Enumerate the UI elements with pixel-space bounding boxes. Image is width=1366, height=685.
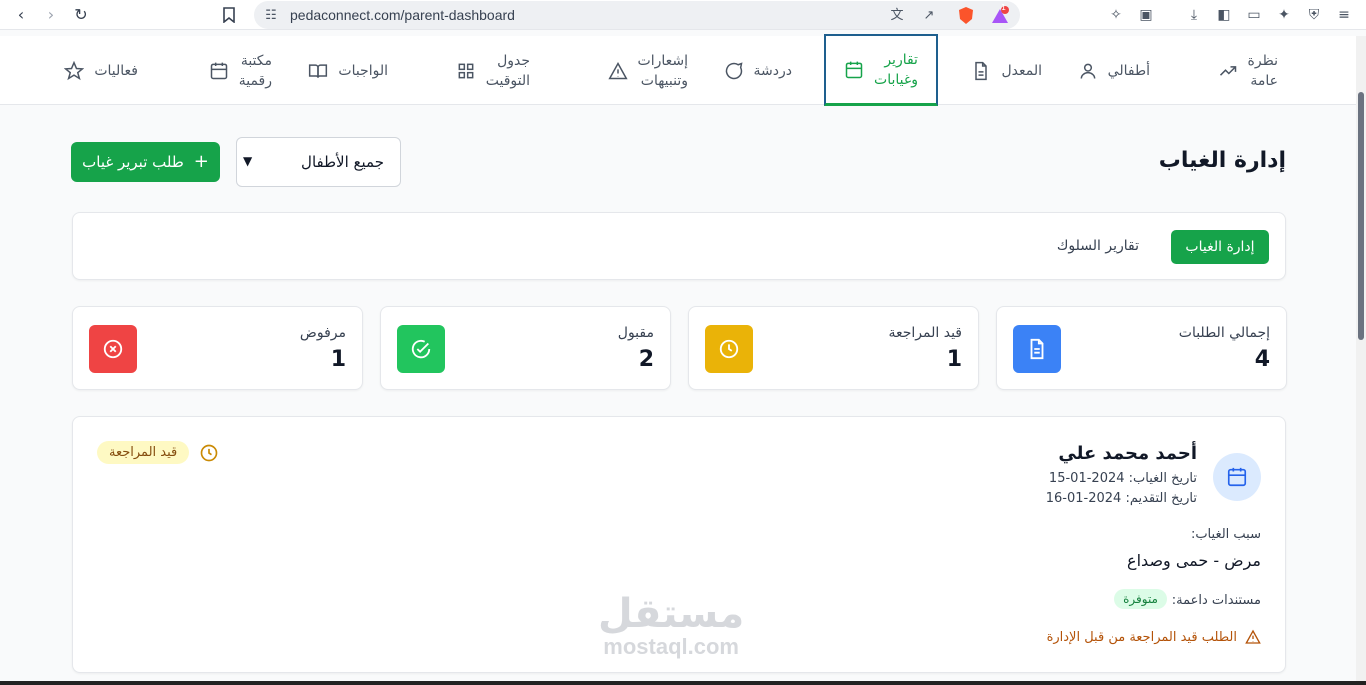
sidebar-icon[interactable]: ◧ [1214, 5, 1234, 25]
url-text: pedaconnect.com/parent-dashboard [290, 7, 515, 23]
nav-events[interactable]: فعاليات [64, 36, 138, 105]
page-title: إدارة الغياب [1158, 148, 1286, 173]
check-circle-icon [397, 325, 445, 373]
chevron-down-icon: ▼ [243, 154, 253, 168]
student-name: أحمد محمد علي [1058, 443, 1197, 464]
back-icon[interactable]: ‹ [10, 4, 32, 26]
rewards-count: 1 [1001, 3, 1007, 12]
stat-total: إجمالي الطلبات 4 [996, 306, 1287, 390]
brave-rewards-icon[interactable] [990, 6, 1010, 26]
reload-icon[interactable]: ↻ [70, 4, 92, 26]
status-badge: قيد المراجعة [97, 441, 190, 464]
stat-accepted: مقبول 2 [380, 306, 671, 390]
plus-icon: + [193, 151, 209, 172]
calendar-icon [1213, 453, 1261, 501]
submit-date: تاريخ التقديم: 2024-01-16 [1045, 491, 1197, 506]
stat-value: 4 [1254, 347, 1270, 372]
nav-grades[interactable]: المعدل [971, 36, 1042, 105]
menu-icon[interactable]: ≡ [1334, 5, 1354, 25]
tab-absence-management[interactable]: إدارة الغياب [1171, 230, 1269, 264]
grid-icon [458, 63, 474, 78]
clock-icon [200, 444, 218, 461]
share-icon[interactable]: ↗ [920, 7, 938, 25]
stat-rejected: مرفوض 1 [72, 306, 363, 390]
stat-value: 2 [638, 347, 654, 372]
tabs-card: إدارة الغياب تقارير السلوك [72, 212, 1286, 280]
stat-label: مرفوض [299, 325, 346, 341]
stat-label: قيد المراجعة [888, 325, 963, 341]
reason-value: مرض - حمى وصداع [1127, 551, 1261, 570]
child-select[interactable]: جميع الأطفال ▼ [236, 137, 401, 187]
vpn-icon[interactable]: ⛨ [1304, 5, 1324, 25]
nav-overview[interactable]: نظرة عامة [1218, 36, 1278, 105]
wallet-icon[interactable]: ▭ [1244, 5, 1264, 25]
scroll-thumb[interactable] [1358, 92, 1364, 340]
nav-label: مكتبة رقمية [238, 52, 272, 89]
nav-label: فعاليات [94, 62, 138, 79]
nav-reports-absences[interactable]: تقارير وغيابات [824, 34, 938, 106]
user-icon [1080, 63, 1096, 79]
alert-icon [607, 61, 628, 79]
stat-value: 1 [946, 347, 962, 372]
star-icon [64, 60, 85, 80]
absence-date: تاريخ الغياب: 2024-01-15 [1048, 471, 1197, 486]
taskbar-edge [0, 681, 1366, 685]
x-circle-icon [89, 325, 137, 373]
address-bar[interactable]: ☷ pedaconnect.com/parent-dashboard 文 ↗ 1 [254, 1, 1020, 29]
app-navigation: نظرة عامة أطفالي المعدل تقارير وغيابات د… [0, 34, 1356, 106]
document-icon [1013, 325, 1061, 373]
stat-value: 1 [330, 347, 346, 372]
leo-ai-icon[interactable]: ✦ [1274, 5, 1294, 25]
warning-text: الطلب قيد المراجعة من قبل الإدارة [1046, 629, 1237, 645]
tab-behavior-reports[interactable]: تقارير السلوك [1057, 238, 1139, 254]
browser-toolbar: ‹ › ↻ ☷ pedaconnect.com/parent-dashboard… [0, 0, 1366, 30]
nav-label: نظرة عامة [1247, 52, 1278, 89]
watermark: مستقل mostaql.com [598, 592, 744, 658]
nav-chat[interactable]: دردشة [724, 36, 792, 105]
nav-homework[interactable]: الواجبات [308, 36, 388, 105]
forward-icon[interactable]: › [40, 4, 62, 26]
site-settings-icon[interactable]: ☷ [262, 7, 280, 25]
stat-pending: قيد المراجعة 1 [688, 306, 979, 390]
nav-label: إشعارات وتنبيهات [637, 52, 688, 89]
child-select-value: جميع الأطفال [301, 153, 384, 171]
new-absence-request-button[interactable]: + طلب تبرير غياب [71, 142, 220, 182]
calendar-icon [210, 62, 227, 79]
reason-label: سبب الغياب: [1190, 527, 1261, 542]
nav-label: دردشة [753, 62, 792, 79]
translate-icon[interactable]: 文 [888, 7, 906, 25]
reader-mode-icon[interactable]: ▣ [1136, 5, 1156, 25]
chat-icon [725, 61, 743, 79]
nav-label: أطفالي [1107, 62, 1150, 79]
download-icon[interactable]: ⤓ [1184, 5, 1204, 25]
request-status: قيد المراجعة [97, 441, 219, 464]
review-warning: الطلب قيد المراجعة من قبل الإدارة [1047, 629, 1261, 645]
trending-icon [1219, 65, 1236, 76]
nav-label: الواجبات [338, 62, 388, 79]
file-icon [975, 61, 988, 80]
nav-timetable[interactable]: جدول التوقيت [456, 36, 530, 105]
nav-notifications[interactable]: إشعارات وتنبيهات [607, 36, 688, 105]
docs-status-badge: متوفرة [1114, 589, 1167, 609]
calendar-icon [845, 61, 863, 78]
nav-label: المعدل [1001, 62, 1042, 79]
watermark-url: mostaql.com [603, 634, 739, 659]
nav-my-children[interactable]: أطفالي [1078, 36, 1150, 105]
extensions-icon[interactable]: ✧ [1106, 5, 1126, 25]
watermark-arabic: مستقل [598, 591, 745, 637]
bookmark-icon[interactable] [218, 4, 240, 26]
nav-label: جدول التوقيت [485, 52, 530, 89]
new-request-label: طلب تبرير غياب [82, 153, 184, 171]
clock-icon [705, 325, 753, 373]
stat-label: إجمالي الطلبات [1178, 325, 1270, 341]
brave-shield-icon[interactable] [956, 6, 976, 26]
alert-icon [1245, 629, 1261, 644]
nav-label: تقارير وغيابات [874, 51, 918, 88]
docs-label: مستندات داعمة: [1171, 593, 1261, 608]
book-icon [309, 63, 328, 78]
page-scrollbar[interactable] [1356, 36, 1366, 685]
stat-label: مقبول [617, 325, 654, 341]
nav-digital-library[interactable]: مكتبة رقمية [209, 36, 272, 105]
